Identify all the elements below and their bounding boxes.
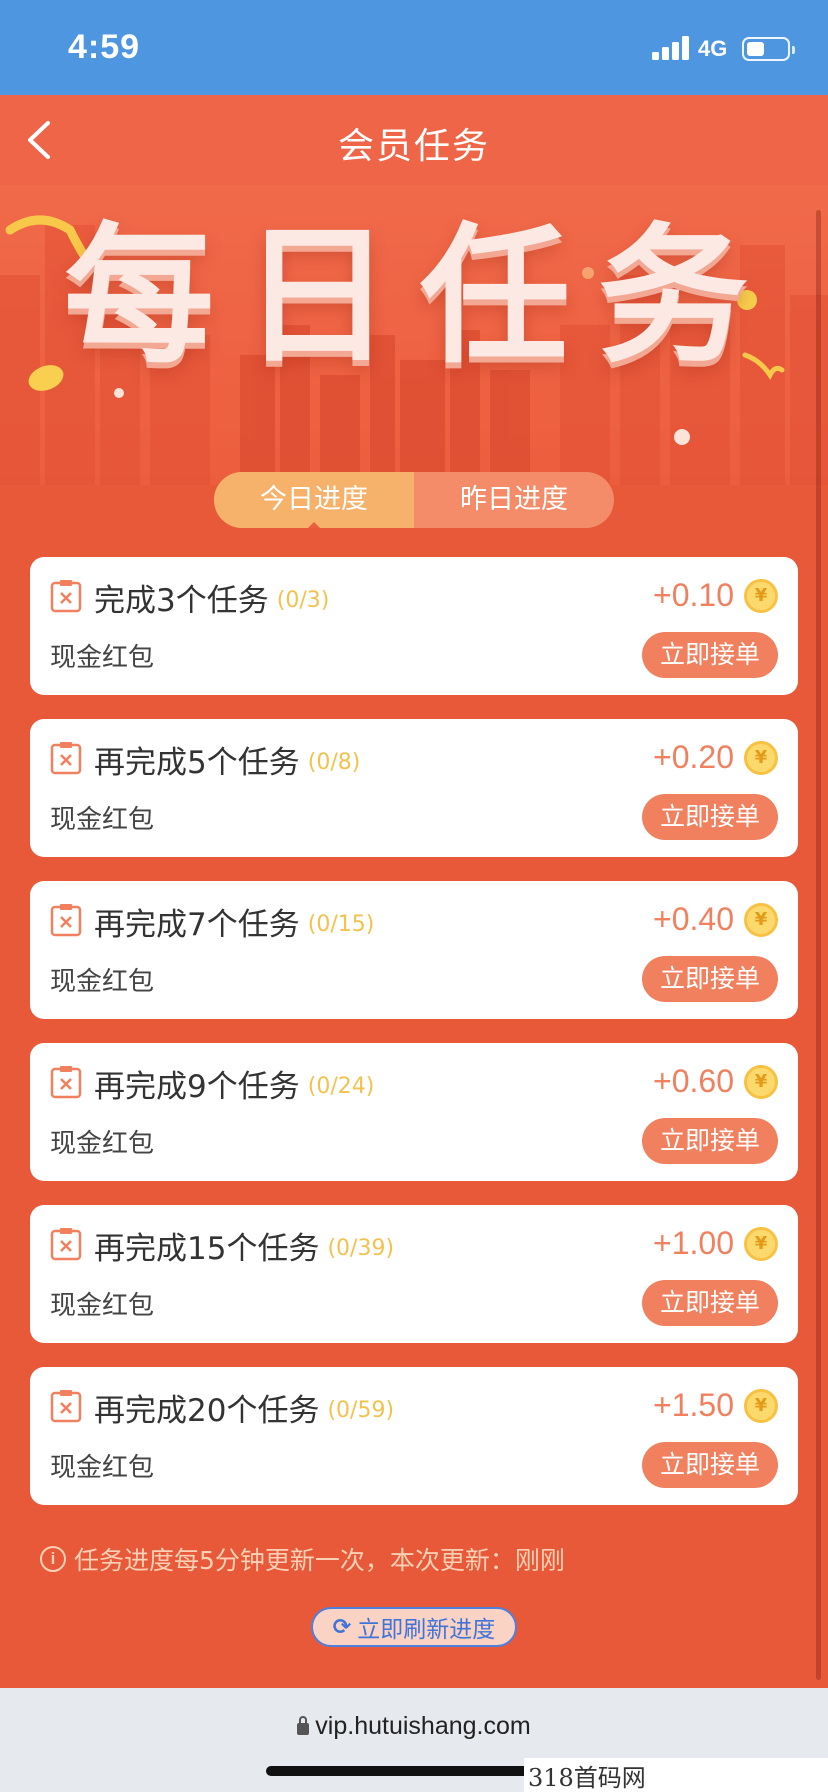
reward-amount: +0.10 bbox=[653, 577, 734, 613]
reward-amount: +1.00 bbox=[653, 1225, 734, 1261]
yuan-coin-icon: ¥ bbox=[744, 1227, 778, 1261]
signal-icon bbox=[652, 36, 690, 60]
refresh-progress-button[interactable]: ⟳ 立即刷新进度 bbox=[311, 1607, 517, 1647]
nav-bar: 会员任务 bbox=[0, 95, 828, 185]
clipboard-x-icon bbox=[50, 904, 82, 937]
accept-order-button[interactable]: 立即接单 bbox=[642, 1280, 778, 1326]
task-title: 再完成9个任务 (0/24) bbox=[94, 1069, 375, 1105]
task-subtitle: 现金红包 bbox=[50, 643, 155, 673]
task-title: 完成3个任务 (0/3) bbox=[94, 583, 330, 619]
task-title: 再完成5个任务 (0/8) bbox=[94, 745, 361, 781]
task-progress: (0/59) bbox=[327, 1398, 395, 1423]
url-text: vip.hutuishang.com bbox=[315, 1712, 531, 1740]
info-icon: i bbox=[40, 1546, 66, 1572]
accept-order-button[interactable]: 立即接单 bbox=[642, 632, 778, 678]
task-title: 再完成7个任务 (0/15) bbox=[94, 907, 375, 943]
refresh-icon: ⟳ bbox=[332, 1614, 352, 1640]
progress-tabs: 今日进度 昨日进度 bbox=[214, 472, 614, 528]
hero-title: 每日任务 bbox=[63, 210, 776, 384]
accept-order-button[interactable]: 立即接单 bbox=[642, 1442, 778, 1488]
accept-order-button[interactable]: 立即接单 bbox=[642, 794, 778, 840]
scrollbar[interactable] bbox=[816, 210, 821, 1680]
yuan-coin-icon: ¥ bbox=[744, 1065, 778, 1099]
home-indicator[interactable] bbox=[266, 1766, 562, 1776]
task-card: 再完成7个任务 (0/15) +0.40 ¥ 现金红包 立即接单 bbox=[30, 881, 798, 1019]
hero-banner: 每日任务 bbox=[0, 185, 828, 485]
tab-today-progress[interactable]: 今日进度 bbox=[214, 472, 414, 528]
tab-yesterday-progress[interactable]: 昨日进度 bbox=[414, 472, 614, 528]
accept-order-button[interactable]: 立即接单 bbox=[642, 956, 778, 1002]
task-subtitle: 现金红包 bbox=[50, 967, 155, 997]
lock-icon bbox=[297, 1716, 310, 1735]
task-subtitle: 现金红包 bbox=[50, 805, 155, 835]
battery-icon bbox=[742, 37, 795, 61]
yuan-coin-icon: ¥ bbox=[744, 741, 778, 775]
accept-order-button[interactable]: 立即接单 bbox=[642, 1118, 778, 1164]
yuan-coin-icon: ¥ bbox=[744, 903, 778, 937]
reward-amount: +1.50 bbox=[653, 1387, 734, 1423]
status-bar: 4:59 4G bbox=[0, 0, 828, 95]
refresh-label: 立即刷新进度 bbox=[357, 1617, 496, 1643]
task-list: 完成3个任务 (0/3) +0.10 ¥ 现金红包 立即接单 再完成5个任务 (0/… bbox=[30, 557, 798, 1529]
browser-url-bar[interactable]: vip.hutuishang.com 318首码网 www.E318.com bbox=[0, 1688, 828, 1792]
task-card: 再完成20个任务 (0/59) +1.50 ¥ 现金红包 立即接单 bbox=[30, 1367, 798, 1505]
watermark: 318首码网 www.E318.com bbox=[524, 1758, 828, 1792]
task-subtitle: 现金红包 bbox=[50, 1453, 155, 1483]
url-display[interactable]: vip.hutuishang.com bbox=[0, 1712, 828, 1741]
reward-amount: +0.40 bbox=[653, 901, 734, 937]
update-notice: i 任务进度每5分钟更新一次，本次更新：刚刚 bbox=[40, 1541, 565, 1577]
task-progress: (0/24) bbox=[307, 1074, 375, 1099]
task-progress: (0/8) bbox=[307, 750, 361, 775]
task-subtitle: 现金红包 bbox=[50, 1129, 155, 1159]
reward-amount: +0.60 bbox=[653, 1063, 734, 1099]
clipboard-x-icon bbox=[50, 1390, 82, 1423]
task-subtitle: 现金红包 bbox=[50, 1291, 155, 1321]
clipboard-x-icon bbox=[50, 742, 82, 775]
status-time: 4:59 bbox=[68, 28, 141, 66]
task-title: 再完成15个任务 (0/39) bbox=[94, 1231, 395, 1267]
notice-text: 任务进度每5分钟更新一次，本次更新：刚刚 bbox=[74, 1546, 565, 1575]
reward-amount: +0.20 bbox=[653, 739, 734, 775]
task-progress: (0/3) bbox=[276, 588, 330, 613]
task-card: 再完成9个任务 (0/24) +0.60 ¥ 现金红包 立即接单 bbox=[30, 1043, 798, 1181]
network-type: 4G bbox=[698, 36, 728, 61]
yuan-coin-icon: ¥ bbox=[744, 1389, 778, 1423]
clipboard-x-icon bbox=[50, 580, 82, 613]
task-progress: (0/39) bbox=[327, 1236, 395, 1261]
clipboard-x-icon bbox=[50, 1228, 82, 1261]
task-progress: (0/15) bbox=[307, 912, 375, 937]
task-card: 再完成5个任务 (0/8) +0.20 ¥ 现金红包 立即接单 bbox=[30, 719, 798, 857]
yuan-coin-icon: ¥ bbox=[744, 579, 778, 613]
page-title: 会员任务 bbox=[337, 126, 490, 167]
task-card: 完成3个任务 (0/3) +0.10 ¥ 现金红包 立即接单 bbox=[30, 557, 798, 695]
clipboard-x-icon bbox=[50, 1066, 82, 1099]
task-title: 再完成20个任务 (0/59) bbox=[94, 1393, 395, 1429]
task-card: 再完成15个任务 (0/39) +1.00 ¥ 现金红包 立即接单 bbox=[30, 1205, 798, 1343]
